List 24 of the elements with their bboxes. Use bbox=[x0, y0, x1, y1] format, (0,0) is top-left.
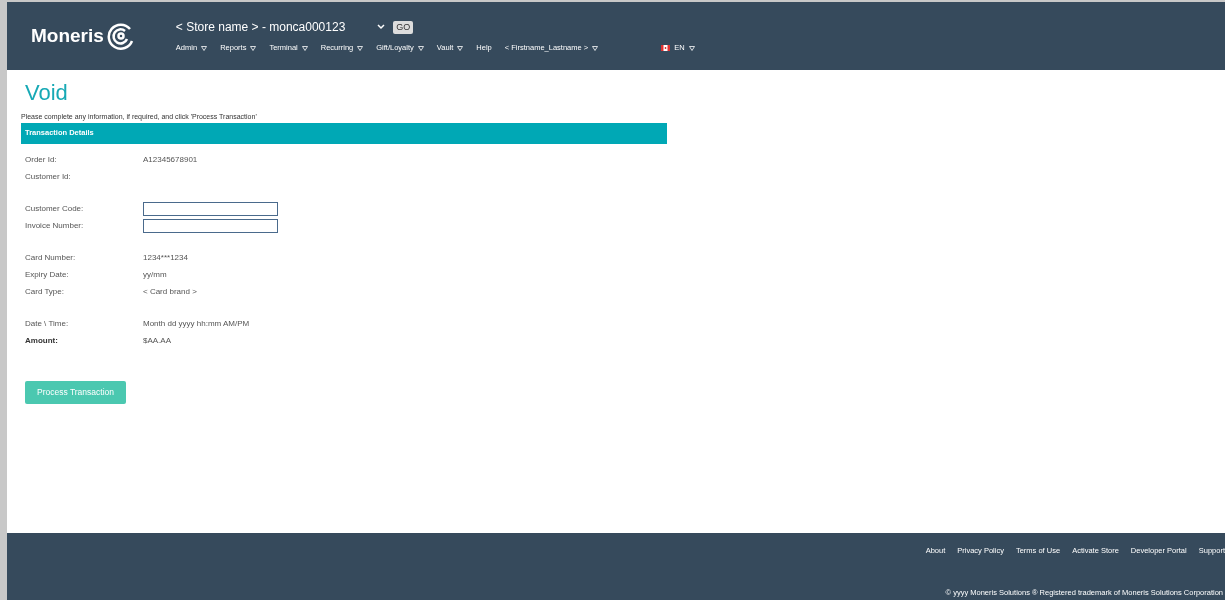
field-label: Expiry Date: bbox=[25, 268, 70, 281]
input-field[interactable] bbox=[143, 201, 278, 216]
field-value: Month dd yyyy hh:mm AM/PM bbox=[143, 317, 250, 330]
go-button[interactable]: GO bbox=[393, 20, 414, 34]
store-select[interactable]: < Store name > - monca000123 bbox=[175, 18, 346, 37]
field-value: A12345678901 bbox=[143, 153, 198, 166]
field-label: Date \ Time: bbox=[25, 317, 70, 330]
flag-icon bbox=[661, 45, 671, 51]
field-value: yy/mm bbox=[143, 268, 167, 281]
field-label: Customer Code: bbox=[25, 202, 85, 215]
input-field[interactable] bbox=[143, 218, 278, 233]
field-label: Customer Id: bbox=[25, 170, 72, 183]
logo-text: Moneris bbox=[31, 23, 104, 48]
field-label: Invoice Number: bbox=[25, 219, 85, 232]
field-label: Order Id: bbox=[25, 153, 58, 166]
field-value: < Card brand > bbox=[143, 285, 197, 298]
chevron-icon bbox=[377, 24, 386, 31]
swirl-logo-icon bbox=[105, 21, 136, 51]
field-value: $AA.AA bbox=[143, 334, 171, 347]
field-value: 1234***1234 bbox=[143, 251, 188, 264]
field-label: Amount: bbox=[25, 334, 59, 347]
field-label: Card Type: bbox=[25, 285, 65, 298]
field-label: Card Number: bbox=[25, 251, 77, 264]
page-title: Void bbox=[25, 80, 69, 107]
